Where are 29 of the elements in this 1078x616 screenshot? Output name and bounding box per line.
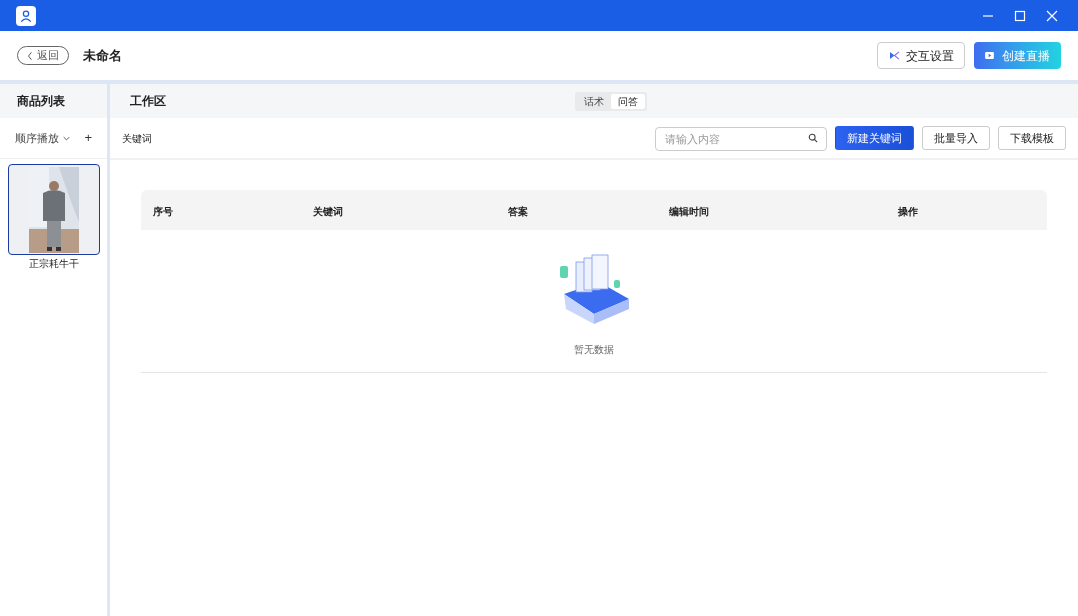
maximize-icon[interactable] [1014,9,1026,22]
product-card[interactable] [7,164,100,255]
tab[interactable]: 问答 [611,93,645,109]
column-header: 编辑时间 [669,206,709,217]
sidebar-title: 商品列表 [17,93,65,110]
interaction-settings-button[interactable]: 交互设置 [877,42,965,69]
toolbar-button[interactable]: 下载模板 [998,126,1066,150]
column-header: 关键词 [313,206,343,217]
column-header: 操作 [898,206,918,217]
add-button[interactable]: + [84,128,92,148]
close-icon[interactable] [1046,9,1058,22]
bowtie-icon [888,51,900,60]
new-keyword-button[interactable]: 新建关键词 [835,126,914,150]
column-header: 序号 [153,206,173,217]
search-icon [808,133,818,143]
playback-order-dropdown[interactable]: 顺序播放 [15,129,70,147]
workspace-title: 工作区 [130,93,167,110]
tab[interactable]: 话术 [577,93,611,109]
page-title: 未命名 [83,46,122,65]
play-icon [985,52,994,59]
column-header: 答案 [508,206,528,217]
chevron-down-icon [63,135,70,141]
toolbar-button[interactable]: 批量导入 [922,126,990,150]
empty-message: 暂无数据 [574,343,614,357]
search-field[interactable]: 请输入内容 [655,127,827,151]
chevron-left-icon [27,50,33,61]
keyword-label: 关键词 [122,131,152,146]
user-icon[interactable] [16,5,36,26]
product-name: 正宗耗牛干 [28,257,79,271]
